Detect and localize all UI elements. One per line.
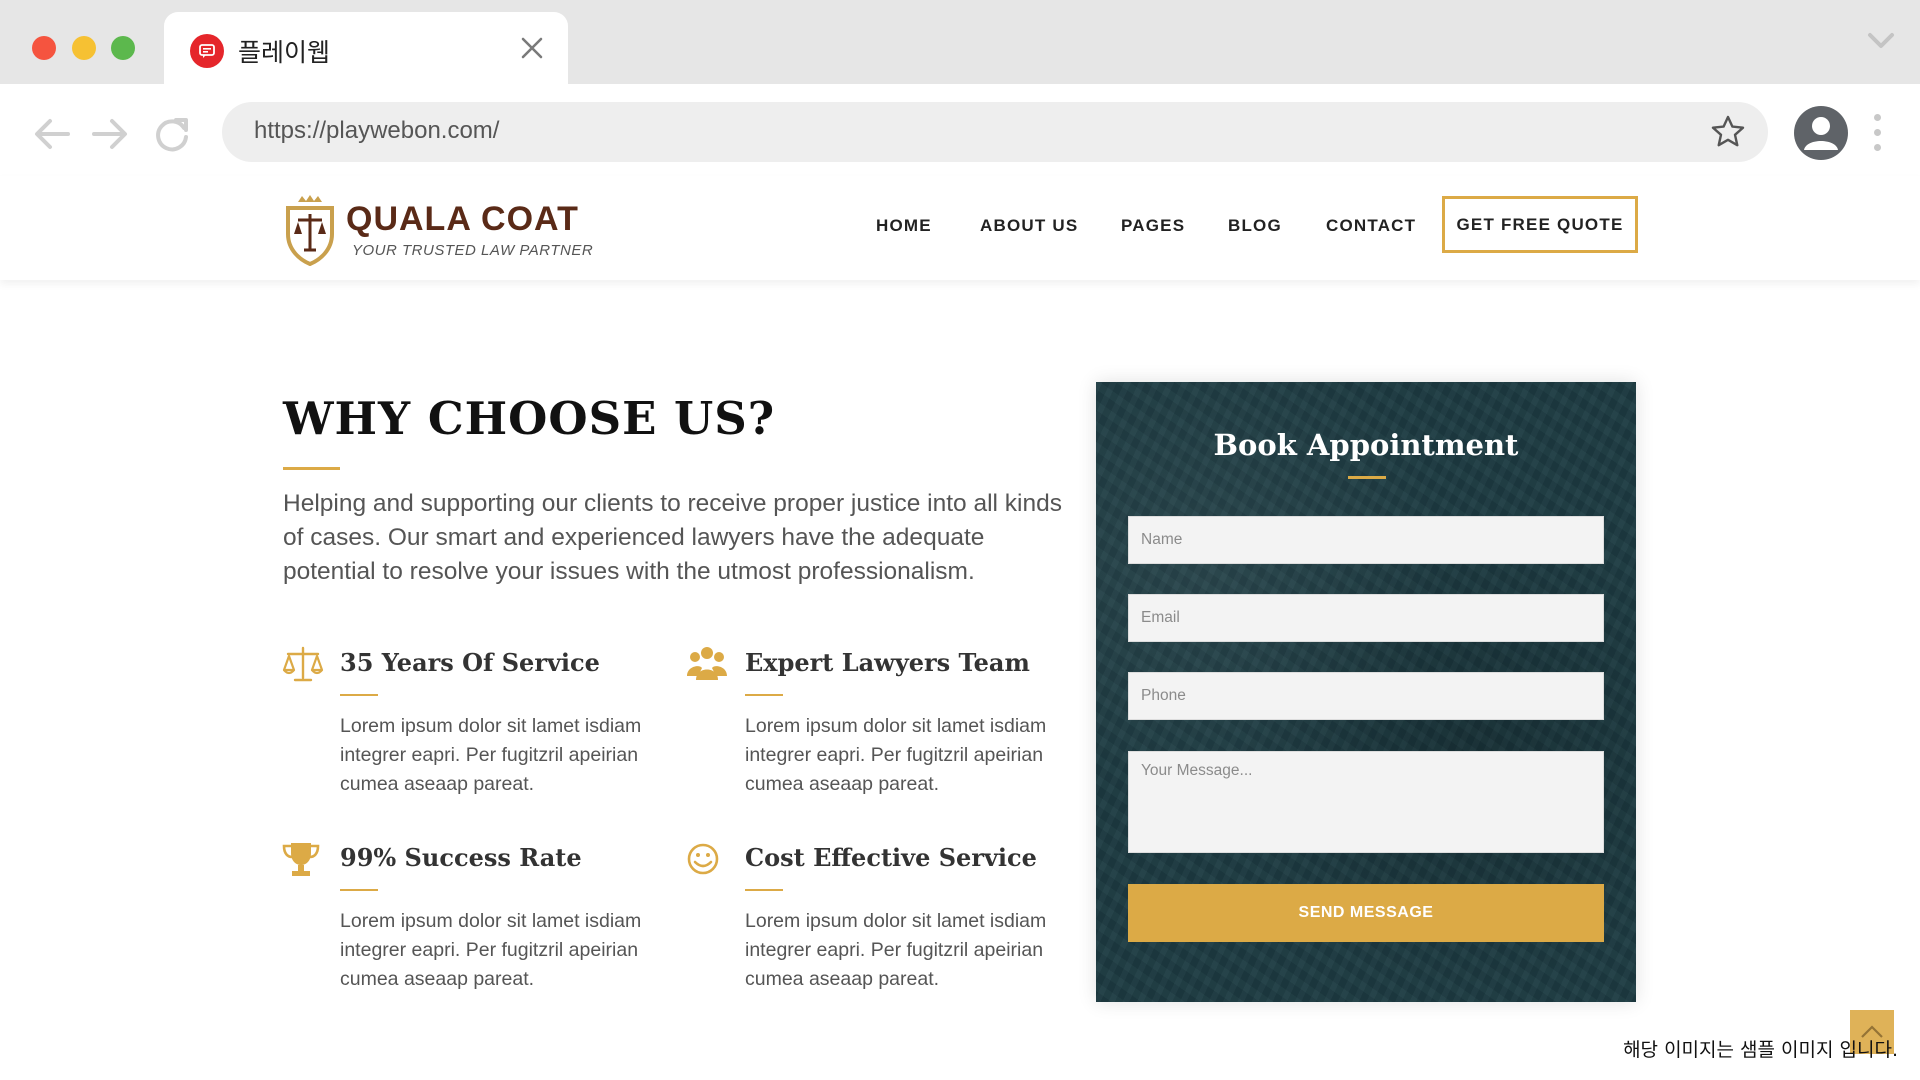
reload-icon[interactable]: [150, 112, 194, 156]
logo-name[interactable]: QUALA COAT: [346, 200, 579, 239]
tab-title: 플레이웹: [238, 38, 331, 67]
browser-tab[interactable]: 플레이웹: [164, 12, 568, 84]
nav-about-us[interactable]: ABOUT US: [980, 216, 1078, 236]
minimize-window-button[interactable]: [72, 36, 96, 60]
name-field[interactable]: [1128, 516, 1604, 564]
address-bar[interactable]: https://playwebon.com/: [222, 102, 1768, 162]
scales-icon: [282, 646, 324, 682]
smiley-icon: [687, 843, 719, 875]
sample-image-note: 해당 이미지는 샘플 이미지 입니다.: [1623, 1039, 1898, 1061]
feature-title-lawyers: Expert Lawyers Team: [745, 648, 1030, 677]
browser-toolbar: https://playwebon.com/: [0, 84, 1920, 176]
section-title: WHY CHOOSE US?: [283, 392, 776, 445]
title-underline: [283, 467, 340, 470]
feature-underline: [340, 694, 378, 696]
get-free-quote-button[interactable]: GET FREE QUOTE: [1442, 196, 1638, 253]
nav-pages[interactable]: PAGES: [1121, 216, 1185, 236]
browser-tab-bar: 플레이웹: [0, 0, 1920, 84]
feature-title-success: 99% Success Rate: [340, 843, 582, 872]
feature-text-cost: Lorem ipsum dolor sit lamet isdiam integ…: [745, 910, 1047, 990]
bookmark-star-icon[interactable]: [1710, 114, 1746, 150]
address-url: https://playwebon.com/: [254, 117, 500, 144]
form-title: Book Appointment: [1213, 428, 1519, 462]
trophy-icon: [282, 843, 320, 876]
site-favicon-icon: [190, 34, 224, 68]
feature-text-lawyers: Lorem ipsum dolor sit lamet isdiam integ…: [745, 715, 1047, 795]
browser-menu-kebab-icon[interactable]: [1872, 114, 1882, 154]
feature-underline: [745, 694, 783, 696]
back-arrow-icon[interactable]: [30, 112, 74, 156]
email-field[interactable]: [1128, 594, 1604, 642]
message-field[interactable]: [1128, 751, 1604, 853]
feature-underline: [340, 889, 378, 891]
site-header: QUALA COAT YOUR TRUSTED LAW PARTNER HOME…: [0, 176, 1920, 280]
close-tab-icon[interactable]: [518, 34, 546, 62]
feature-underline: [745, 889, 783, 891]
feature-text-success: Lorem ipsum dolor sit lamet isdiam integ…: [340, 910, 642, 990]
section-description: Helping and supporting our clients to re…: [283, 490, 1062, 585]
nav-contact[interactable]: CONTACT: [1326, 216, 1416, 236]
maximize-window-button[interactable]: [111, 36, 135, 60]
phone-field[interactable]: [1128, 672, 1604, 720]
feature-text-years: Lorem ipsum dolor sit lamet isdiam integ…: [340, 715, 642, 795]
book-appointment-form: Book Appointment SEND MESSAGE: [1096, 382, 1636, 1002]
nav-blog[interactable]: BLOG: [1228, 216, 1282, 236]
feature-title-cost: Cost Effective Service: [745, 843, 1037, 872]
close-window-button[interactable]: [32, 36, 56, 60]
tab-list-chevron-down-icon[interactable]: [1866, 30, 1896, 52]
feature-title-years: 35 Years Of Service: [340, 648, 600, 677]
logo-shield-scales-icon[interactable]: [280, 194, 340, 266]
logo-tagline: YOUR TRUSTED LAW PARTNER: [352, 242, 594, 259]
profile-avatar-icon[interactable]: [1794, 106, 1848, 160]
send-message-button[interactable]: SEND MESSAGE: [1128, 884, 1604, 942]
form-title-underline: [1348, 476, 1386, 479]
nav-home[interactable]: HOME: [876, 216, 932, 236]
team-icon: [687, 647, 727, 680]
forward-arrow-icon[interactable]: [88, 112, 132, 156]
